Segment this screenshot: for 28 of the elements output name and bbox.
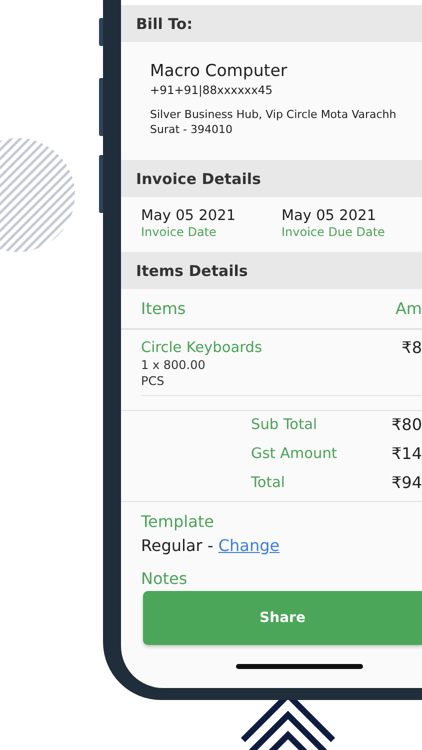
item-quantity: 1 x 800.00 <box>141 357 206 373</box>
change-link[interactable]: Change <box>218 536 280 555</box>
section-title: Bill To: <box>136 14 193 32</box>
date-label: Invoice Due Date <box>282 225 385 240</box>
date-label: Invoice Date <box>141 225 216 240</box>
section-title: Items Details <box>136 262 248 280</box>
total-value: ₹94 <box>391 473 422 493</box>
total-value: ₹80 <box>391 415 422 435</box>
date-value: May 05 2021 <box>282 207 376 225</box>
template-label: Template <box>141 511 214 533</box>
share-button[interactable]: Share <box>143 591 422 645</box>
item-amount: ₹8 <box>402 339 422 357</box>
date-value: May 05 2021 <box>141 207 236 225</box>
total-label: Sub Total <box>251 416 318 435</box>
address-line: Surat - 394010 <box>150 122 232 137</box>
template-value: Regular - Change <box>141 535 280 557</box>
item-unit: PCS <box>141 373 164 389</box>
column-header: Am <box>395 299 422 318</box>
column-header: Items <box>141 299 186 318</box>
section-title: Invoice Details <box>136 170 261 188</box>
customer-phone: +91+91|88xxxxxx45 <box>150 82 273 98</box>
total-label: Gst Amount <box>251 445 338 464</box>
notes-label: Notes <box>141 568 188 590</box>
address-line: Silver Business Hub, Vip Circle Mota Varachh <box>150 107 396 122</box>
total-label: Total <box>251 474 285 493</box>
customer-name: Macro Computer <box>150 60 288 82</box>
item-name: Circle Keyboards <box>141 339 262 357</box>
total-value: ₹14 <box>391 444 422 464</box>
